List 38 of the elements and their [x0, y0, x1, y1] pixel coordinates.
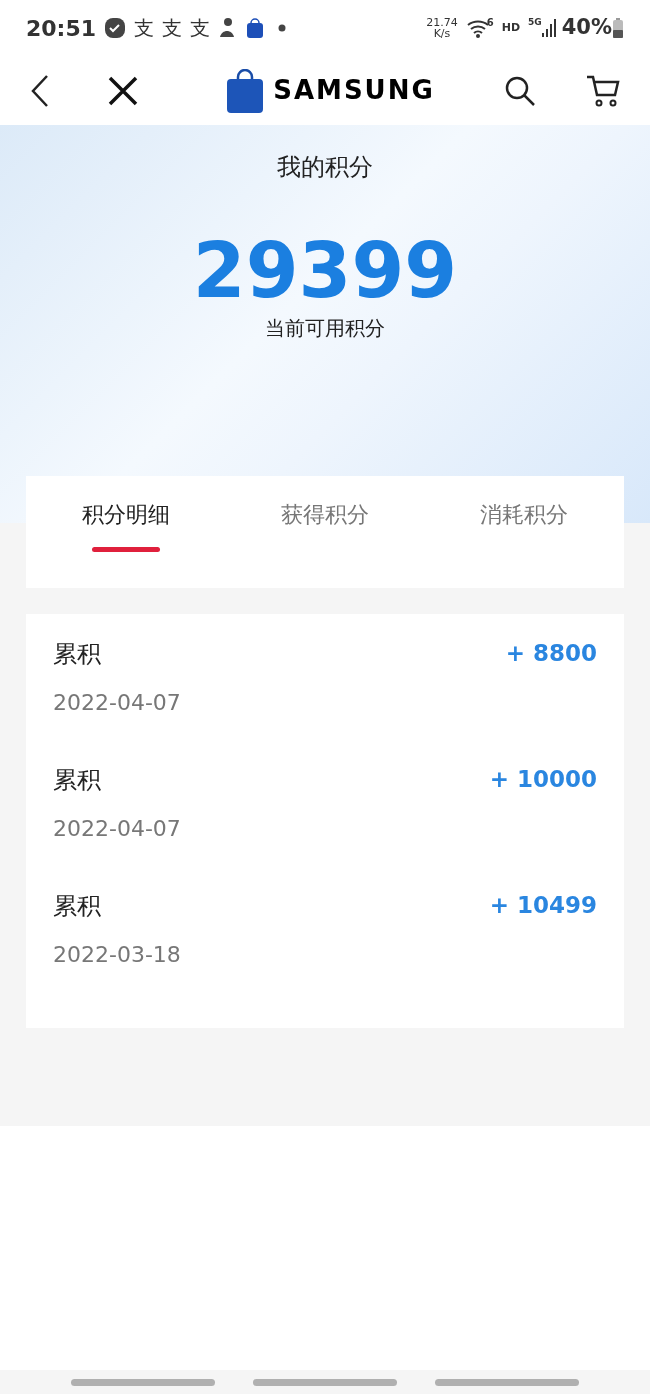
record-amount: + 8800 [505, 639, 597, 668]
wifi-label: 6 [486, 16, 494, 30]
search-icon[interactable] [504, 74, 536, 107]
notification-glyph: 支 [162, 15, 183, 42]
record-type: 累积 [53, 765, 102, 796]
tab[interactable]: 获得积分 [225, 476, 425, 588]
hd-label: HD [501, 19, 521, 36]
tab[interactable]: 积分明细 [26, 476, 226, 588]
clock: 20:51 [26, 14, 97, 43]
figure-icon [218, 17, 237, 39]
nav-handle[interactable] [435, 1378, 579, 1386]
shopping-bag-icon [246, 17, 265, 39]
signal-icon [541, 19, 556, 37]
record-date: 2022-04-07 [53, 689, 181, 717]
back-icon[interactable] [30, 73, 50, 108]
notification-glyph: 支 [190, 15, 211, 42]
battery-icon [612, 18, 624, 38]
tab[interactable]: 消耗积分 [424, 476, 624, 588]
record-date: 2022-03-18 [53, 941, 181, 969]
network-speed: 21.74 K/s [426, 17, 458, 39]
dot-icon [278, 24, 287, 32]
cart-icon[interactable] [586, 74, 620, 107]
record-amount: + 10499 [489, 891, 597, 920]
points-value: 29399 [192, 231, 458, 311]
nav-handle[interactable] [71, 1378, 215, 1386]
notification-glyph: 支 [134, 15, 155, 42]
points-caption: 当前可用积分 [265, 315, 385, 342]
record-amount: + 10000 [489, 765, 597, 794]
record-type: 累积 [53, 639, 102, 670]
network-label: 5G [528, 16, 542, 29]
hero-title: 我的积分 [277, 152, 373, 183]
record-type: 累积 [53, 891, 102, 922]
battery-percent: 40% [561, 14, 612, 42]
close-icon[interactable] [108, 75, 138, 106]
nav-handle[interactable] [253, 1378, 397, 1386]
brand-wordmark: SAMSUNG [273, 74, 435, 107]
record-date: 2022-04-07 [53, 815, 181, 843]
shopping-bag-icon [227, 68, 264, 113]
